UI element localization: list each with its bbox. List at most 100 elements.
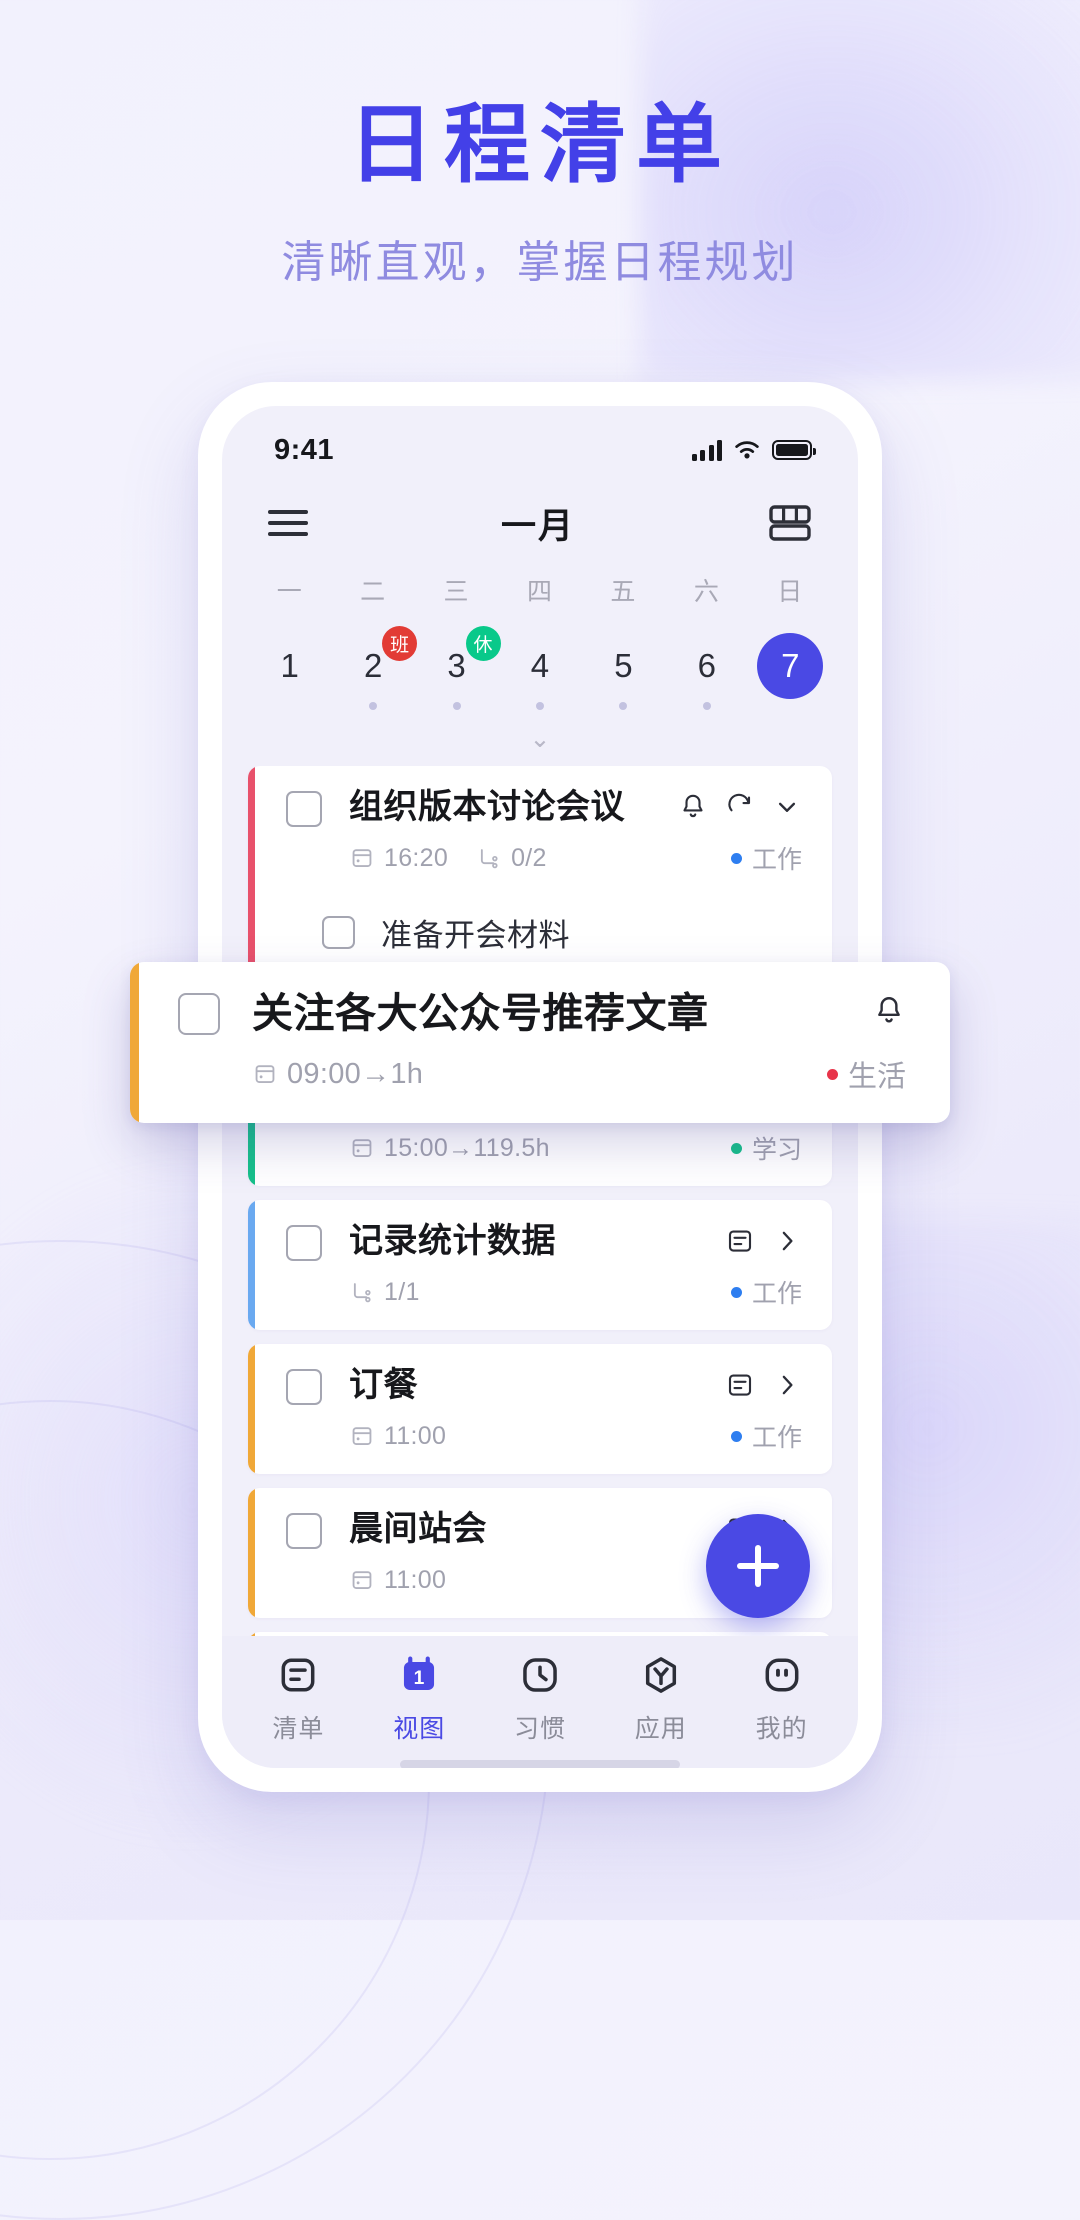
status-bar: 9:41 bbox=[222, 406, 858, 480]
task-card[interactable]: 订餐 11:00 工作 bbox=[248, 1344, 832, 1475]
chevron-right-icon[interactable] bbox=[772, 1370, 802, 1400]
nav-label: 视图 bbox=[393, 1715, 446, 1743]
day-cell[interactable]: 2班 bbox=[331, 626, 418, 702]
hamburger-icon[interactable] bbox=[268, 510, 308, 536]
task-checkbox[interactable] bbox=[286, 1513, 322, 1550]
status-time: 9:41 bbox=[274, 433, 335, 466]
subtask-icon[interactable] bbox=[349, 1279, 375, 1305]
task-title: 晨间站会 bbox=[349, 1510, 487, 1549]
task-checkbox[interactable] bbox=[286, 1225, 322, 1262]
nav-item-视图[interactable]: 1 视图 bbox=[359, 1654, 480, 1745]
apps-hexagon-icon[interactable] bbox=[640, 1654, 682, 1696]
calendar-icon[interactable] bbox=[349, 845, 375, 871]
subtask-checkbox[interactable] bbox=[322, 916, 355, 950]
task-meta-text: 15:00→119.5h bbox=[384, 1133, 550, 1162]
app-top-nav: 一月 bbox=[222, 480, 858, 566]
subtask-icon[interactable] bbox=[476, 845, 502, 871]
task-top-row: 记录统计数据 bbox=[286, 1222, 802, 1262]
weekday-label-1: 二 bbox=[331, 572, 414, 630]
calendar-day-4[interactable]: 4 bbox=[498, 630, 581, 702]
task-top-row: 关注各大公众号推荐文章 bbox=[178, 990, 906, 1037]
signal-icon bbox=[691, 439, 722, 461]
repeat-icon[interactable] bbox=[725, 792, 755, 822]
nav-item-应用[interactable]: 应用 bbox=[600, 1654, 721, 1745]
nav-label: 应用 bbox=[634, 1715, 687, 1743]
day-event-dot-slot bbox=[498, 702, 581, 720]
layout-switch-icon[interactable] bbox=[768, 504, 812, 542]
task-action-icons bbox=[678, 792, 802, 822]
task-meta: 11:00 bbox=[349, 1422, 446, 1451]
task-bottom-row: 09:00→1h 生活 bbox=[178, 1053, 906, 1095]
task-card[interactable]: 记录统计数据 1/1 工作 bbox=[248, 1200, 832, 1331]
calendar-day-7[interactable]: 7 bbox=[749, 630, 832, 702]
weekday-label-5: 六 bbox=[665, 572, 748, 630]
task-accent-bar bbox=[130, 962, 139, 1124]
calendar-icon[interactable] bbox=[349, 1423, 375, 1449]
add-task-button[interactable] bbox=[706, 1514, 810, 1618]
weekday-text: 一 bbox=[276, 578, 303, 606]
task-main: 记录统计数据 1/1 工作 bbox=[248, 1200, 832, 1330]
status-icons bbox=[691, 439, 816, 461]
note-icon[interactable] bbox=[725, 1226, 755, 1256]
calendar-icon[interactable] bbox=[349, 1135, 375, 1161]
task-top-row: 订餐 bbox=[286, 1366, 802, 1406]
task-title: 关注各大公众号推荐文章 bbox=[252, 990, 709, 1036]
task-bottom-row: 1/1 工作 bbox=[286, 1274, 802, 1310]
tag-color-dot bbox=[730, 1286, 742, 1298]
day-event-dot bbox=[452, 702, 461, 710]
day-event-dot bbox=[369, 702, 378, 710]
weekday-label-4: 五 bbox=[582, 572, 665, 630]
chevron-down-icon[interactable]: ⌄ bbox=[248, 720, 832, 766]
calendar-day-5[interactable]: 5 bbox=[582, 630, 665, 702]
tag-label: 生活 bbox=[847, 1061, 906, 1094]
nav-item-我的[interactable]: 我的 bbox=[721, 1654, 842, 1745]
calendar-day-6[interactable]: 6 bbox=[665, 630, 748, 702]
calendar-day-1[interactable]: 1 bbox=[248, 630, 331, 702]
calendar-icon[interactable] bbox=[252, 1061, 278, 1087]
task-accent-bar bbox=[248, 1200, 255, 1331]
task-checkbox[interactable] bbox=[286, 1369, 322, 1406]
task-action-icons bbox=[725, 1226, 802, 1256]
subtask-row[interactable]: 准备开会材料 bbox=[248, 896, 832, 969]
calendar-day-3[interactable]: 3休 bbox=[415, 626, 501, 702]
task-meta: 16:20 bbox=[349, 844, 448, 873]
day-cell[interactable]: 6 bbox=[665, 630, 748, 702]
day-cell[interactable]: 1 bbox=[248, 630, 331, 702]
day-number: 1 bbox=[280, 647, 299, 684]
nav-label: 清单 bbox=[272, 1715, 325, 1743]
day-cell[interactable]: 3休 bbox=[415, 626, 501, 702]
bell-icon[interactable] bbox=[872, 994, 906, 1028]
calendar-day-icon[interactable]: 1 bbox=[398, 1654, 440, 1696]
bell-icon[interactable] bbox=[678, 792, 708, 822]
weekday-header: 一二三四五六日 bbox=[248, 572, 832, 630]
chevron-down-icon[interactable] bbox=[772, 792, 802, 822]
tag-color-dot bbox=[730, 1142, 742, 1154]
day-event-dot bbox=[702, 702, 711, 710]
weekday-text: 六 bbox=[693, 578, 720, 606]
nav-item-清单[interactable]: 清单 bbox=[238, 1654, 359, 1745]
chevron-right-icon[interactable] bbox=[772, 1226, 802, 1256]
dragged-task-card[interactable]: 关注各大公众号推荐文章 09:00→1h 生活 bbox=[130, 962, 950, 1124]
day-cell[interactable]: 4 bbox=[498, 630, 581, 702]
task-checkbox[interactable] bbox=[178, 993, 220, 1035]
task-tag: 学习 bbox=[730, 1130, 802, 1166]
day-cell[interactable]: 5 bbox=[582, 630, 665, 702]
page-subtitle: 清晰直观，掌握日程规划 bbox=[281, 238, 799, 288]
list-icon[interactable] bbox=[277, 1654, 319, 1696]
note-icon[interactable] bbox=[725, 1370, 755, 1400]
home-indicator bbox=[400, 1760, 680, 1768]
task-meta-text: 11:00 bbox=[384, 1421, 447, 1450]
weekday-text: 四 bbox=[526, 578, 553, 606]
week-dots-row bbox=[248, 702, 832, 720]
nav-item-习惯[interactable]: 习惯 bbox=[480, 1654, 601, 1745]
calendar-day-2[interactable]: 2班 bbox=[331, 626, 418, 702]
month-title[interactable]: 一月 bbox=[501, 498, 575, 549]
day-number: 2 bbox=[363, 647, 383, 684]
profile-icon[interactable] bbox=[761, 1654, 803, 1696]
day-cell[interactable]: 7 bbox=[749, 630, 832, 702]
clock-icon[interactable] bbox=[519, 1654, 561, 1696]
task-meta-text: 1/1 bbox=[384, 1277, 420, 1306]
task-checkbox[interactable] bbox=[286, 791, 322, 827]
task-main: 关注各大公众号推荐文章 09:00→1h 生活 bbox=[130, 962, 950, 1123]
calendar-icon[interactable] bbox=[349, 1567, 375, 1593]
